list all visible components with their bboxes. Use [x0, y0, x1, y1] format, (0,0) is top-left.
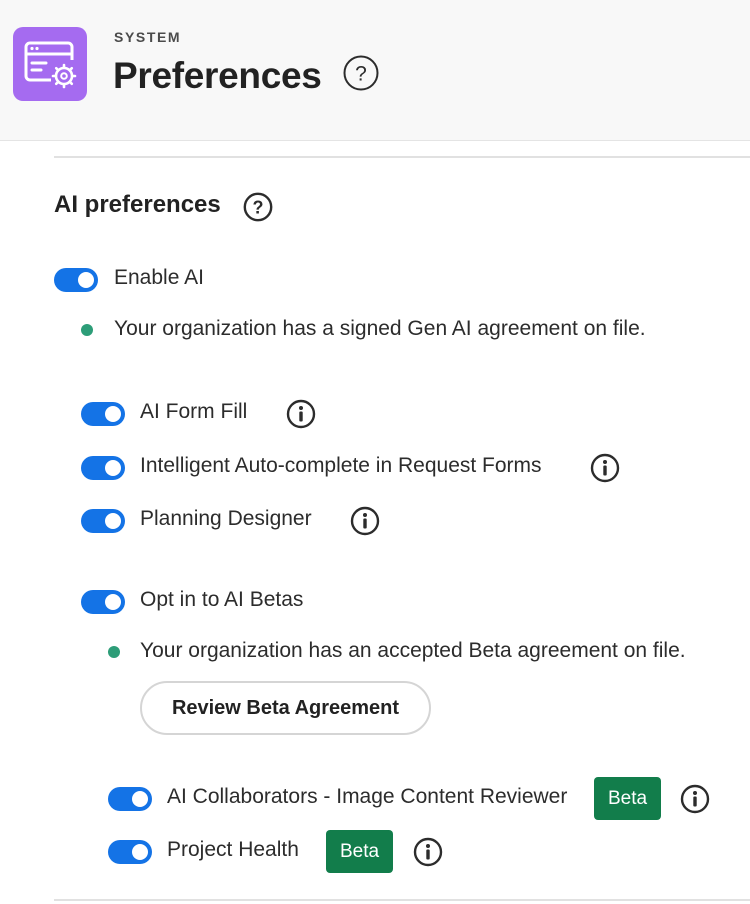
ai-form-fill-toggle[interactable] — [81, 402, 125, 426]
planning-designer-toggle[interactable] — [81, 509, 125, 533]
page-title: Preferences — [113, 55, 322, 96]
enable-ai-toggle[interactable] — [54, 268, 98, 292]
beta-badge: Beta — [326, 830, 393, 873]
beta-agreement-status: Your organization has an accepted Beta a… — [140, 639, 686, 662]
info-icon[interactable] — [286, 399, 316, 429]
info-icon[interactable] — [413, 837, 443, 867]
ai-form-fill-label: AI Form Fill — [140, 400, 248, 423]
opt-in-ai-betas-toggle[interactable] — [81, 590, 125, 614]
status-dot — [81, 324, 93, 336]
gen-ai-agreement-status: Your organization has a signed Gen AI ag… — [114, 317, 646, 340]
project-health-label: Project Health — [167, 838, 299, 861]
info-icon[interactable] — [590, 453, 620, 483]
help-icon[interactable]: ? — [343, 55, 379, 91]
section-title: AI preferences — [54, 191, 221, 218]
intelligent-autocomplete-label: Intelligent Auto-complete in Request For… — [140, 454, 542, 477]
intelligent-autocomplete-toggle[interactable] — [81, 456, 125, 480]
review-beta-agreement-button[interactable]: Review Beta Agreement — [140, 681, 431, 735]
planning-designer-label: Planning Designer — [140, 507, 312, 530]
opt-in-ai-betas-label: Opt in to AI Betas — [140, 588, 304, 611]
beta-badge: Beta — [594, 777, 661, 820]
ai-collaborators-label: AI Collaborators - Image Content Reviewe… — [167, 785, 568, 808]
status-dot — [108, 646, 120, 658]
help-icon[interactable]: ? — [243, 192, 273, 222]
section-divider-bottom — [54, 899, 750, 901]
project-health-toggle[interactable] — [108, 840, 152, 864]
page-header: SYSTEM Preferences ? — [0, 0, 750, 141]
enable-ai-label: Enable AI — [114, 266, 204, 289]
info-icon[interactable] — [350, 506, 380, 536]
ai-collaborators-toggle[interactable] — [108, 787, 152, 811]
header-kicker: SYSTEM — [114, 29, 182, 45]
svg-text:?: ? — [253, 198, 264, 218]
window-gear-icon — [13, 27, 87, 101]
svg-text:?: ? — [355, 63, 367, 86]
info-icon[interactable] — [680, 784, 710, 814]
section-divider-top — [54, 156, 750, 158]
